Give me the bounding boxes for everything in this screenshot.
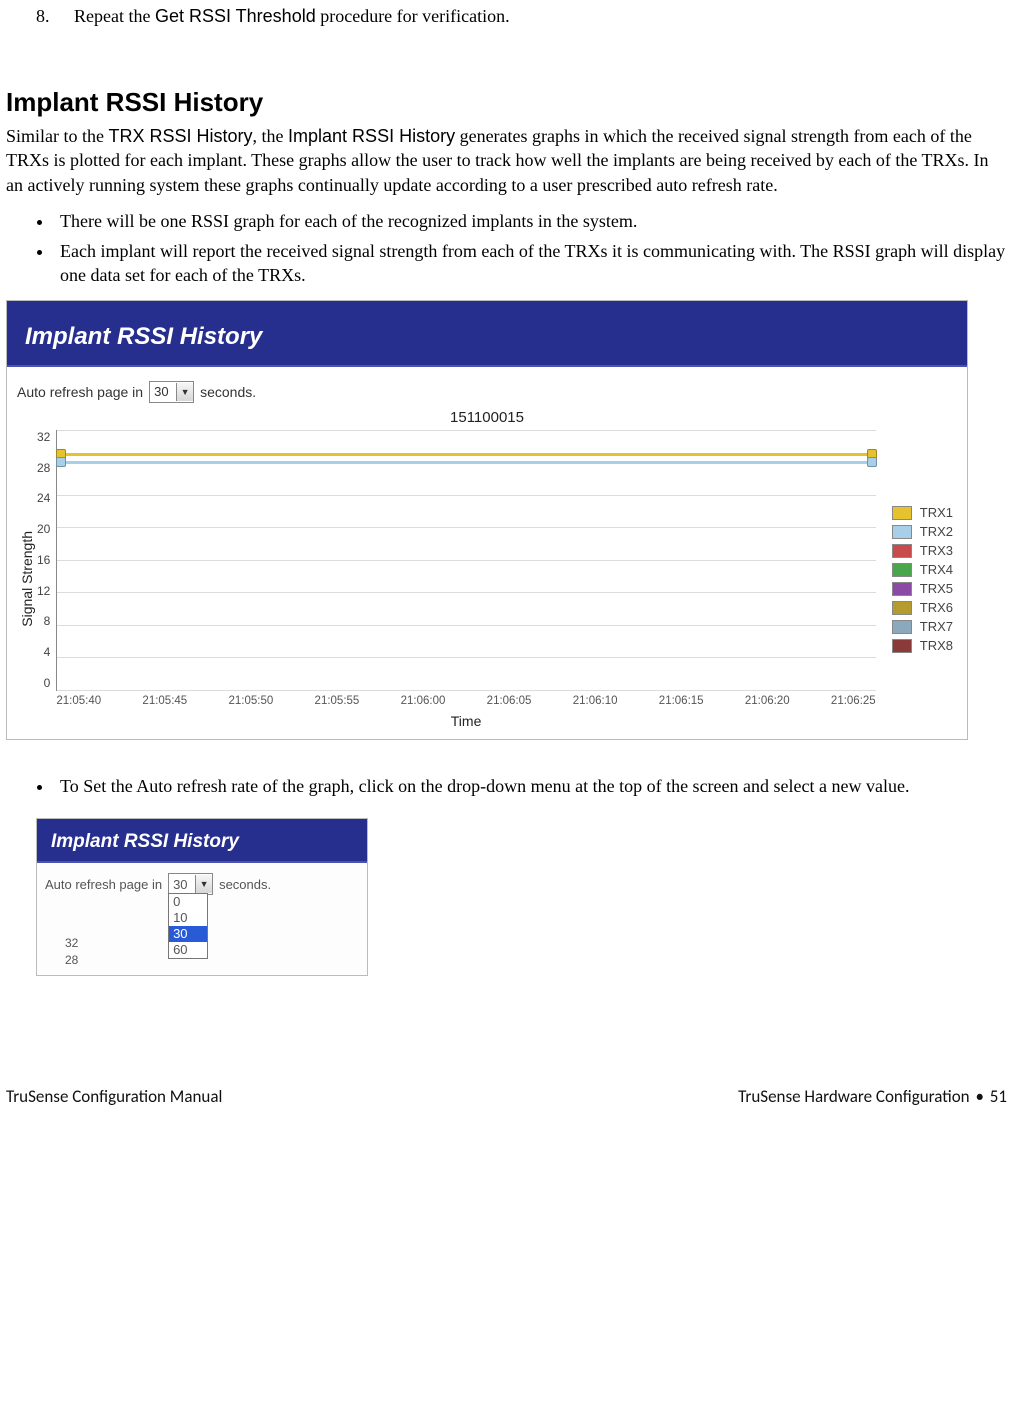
dropdown-option[interactable]: 60 — [169, 942, 207, 958]
bullet-list: There will be one RSSI graph for each of… — [54, 209, 1007, 288]
bullet-item: Each implant will report the received si… — [54, 239, 1007, 288]
chart: Signal Strength 32 28 24 20 16 12 8 4 0 21:05:40… — [17, 430, 957, 729]
x-tick-label: 21:05:55 — [315, 695, 360, 707]
footer-left: TruSense Configuration Manual — [6, 1086, 222, 1107]
procedure-name: Get RSSI Threshold — [155, 6, 316, 26]
legend-label: TRX2 — [920, 524, 953, 539]
legend-item: TRX8 — [892, 638, 953, 653]
bullet-list: To Set the Auto refresh rate of the grap… — [54, 774, 1007, 798]
series-line — [57, 461, 875, 464]
legend-label: TRX4 — [920, 562, 953, 577]
legend-item: TRX7 — [892, 619, 953, 634]
y-tick-label: 20 — [37, 522, 50, 536]
legend-label: TRX5 — [920, 581, 953, 596]
chart-x-axis: 21:05:40 21:05:45 21:05:50 21:05:55 21:06:00… — [56, 695, 875, 707]
refresh-label-suffix: seconds. — [219, 877, 271, 892]
chart-plot-area — [56, 430, 875, 691]
y-tick-label: 0 — [44, 676, 51, 690]
y-tick-label: 12 — [37, 584, 50, 598]
refresh-dropdown[interactable]: 30 ▼ — [168, 873, 213, 895]
legend-swatch — [892, 563, 912, 577]
bullet-separator-icon: • — [973, 1086, 985, 1107]
x-tick-label: 21:05:50 — [228, 695, 273, 707]
step-number: 8. — [36, 6, 58, 27]
x-tick-label: 21:05:40 — [56, 695, 101, 707]
legend-item: TRX4 — [892, 562, 953, 577]
refresh-dropdown-list[interactable]: 0103060 — [168, 893, 208, 959]
series-line — [57, 453, 875, 456]
chart-title: 151100015 — [17, 409, 957, 426]
page-footer: TruSense Configuration Manual TruSense H… — [6, 1086, 1007, 1107]
y-tick-label: 24 — [37, 491, 50, 505]
intro-paragraph: Similar to the TRX RSSI History, the Imp… — [6, 124, 1007, 197]
legend-label: TRX3 — [920, 543, 953, 558]
refresh-label-prefix: Auto refresh page in — [45, 877, 162, 892]
legend-label: TRX7 — [920, 619, 953, 634]
y-tick-label: 28 — [37, 461, 50, 475]
legend-item: TRX3 — [892, 543, 953, 558]
chevron-down-icon: ▼ — [176, 383, 193, 401]
bullet-item: There will be one RSSI graph for each of… — [54, 209, 1007, 233]
dropdown-option[interactable]: 10 — [169, 910, 207, 926]
x-tick-label: 21:06:00 — [401, 695, 446, 707]
legend-swatch — [892, 582, 912, 596]
y-tick-label: 16 — [37, 553, 50, 567]
series-point — [56, 457, 66, 467]
rssi-history-widget: Implant RSSI History Auto refresh page i… — [6, 300, 968, 740]
legend-item: TRX6 — [892, 600, 953, 615]
x-tick-label: 21:05:45 — [142, 695, 187, 707]
x-tick-label: 21:06:05 — [487, 695, 532, 707]
legend-item: TRX5 — [892, 581, 953, 596]
dropdown-option[interactable]: 30 — [169, 926, 207, 942]
footer-right: TruSense Hardware Configuration • 51 — [738, 1086, 1007, 1107]
chart-y-axis-label: Signal Strength — [17, 531, 37, 627]
legend-item: TRX1 — [892, 505, 953, 520]
refresh-dropdown-value: 30 — [150, 384, 176, 399]
chart-y-axis: 32 28 24 20 16 12 8 4 0 — [37, 430, 56, 690]
legend-item: TRX2 — [892, 524, 953, 539]
legend-label: TRX6 — [920, 600, 953, 615]
series-point — [867, 457, 877, 467]
refresh-dropdown-value: 30 — [169, 877, 195, 892]
widget-title: Implant RSSI History — [7, 301, 967, 367]
legend-swatch — [892, 544, 912, 558]
y-tick-label: 4 — [44, 645, 51, 659]
bullet-item: To Set the Auto refresh rate of the grap… — [54, 774, 1007, 798]
dropdown-option[interactable]: 0 — [169, 894, 207, 910]
refresh-label-prefix: Auto refresh page in — [17, 384, 143, 400]
numbered-step: 8. Repeat the Get RSSI Threshold procedu… — [36, 6, 1007, 27]
auto-refresh-row: Auto refresh page in 30 ▼ 0103060 ↖ seco… — [45, 873, 359, 895]
x-tick-label: 21:06:20 — [745, 695, 790, 707]
page-number: 51 — [990, 1086, 1007, 1107]
auto-refresh-row: Auto refresh page in 30 ▼ seconds. — [17, 381, 957, 403]
chart-legend: TRX1 TRX2 TRX3 TRX4 TRX5 TRX6 TRX7 TRX8 — [876, 501, 957, 657]
y-tick-label: 8 — [44, 614, 51, 628]
legend-swatch — [892, 506, 912, 520]
legend-swatch — [892, 525, 912, 539]
x-tick-label: 21:06:10 — [573, 695, 618, 707]
section-heading: Implant RSSI History — [6, 87, 1007, 118]
legend-swatch — [892, 601, 912, 615]
y-tick-label: 32 — [37, 430, 50, 444]
legend-label: TRX8 — [920, 638, 953, 653]
rssi-history-widget-dropdown-example: Implant RSSI History Auto refresh page i… — [36, 818, 368, 976]
x-tick-label: 21:06:25 — [831, 695, 876, 707]
refresh-label-suffix: seconds. — [200, 384, 256, 400]
refresh-dropdown[interactable]: 30 ▼ — [149, 381, 194, 403]
widget-title: Implant RSSI History — [37, 819, 367, 863]
step-text: Repeat the Get RSSI Threshold procedure … — [74, 6, 510, 27]
legend-swatch — [892, 639, 912, 653]
chevron-down-icon: ▼ — [195, 875, 212, 893]
x-tick-label: 21:06:15 — [659, 695, 704, 707]
legend-label: TRX1 — [920, 505, 953, 520]
chart-x-axis-label: Time — [56, 713, 875, 729]
legend-swatch — [892, 620, 912, 634]
